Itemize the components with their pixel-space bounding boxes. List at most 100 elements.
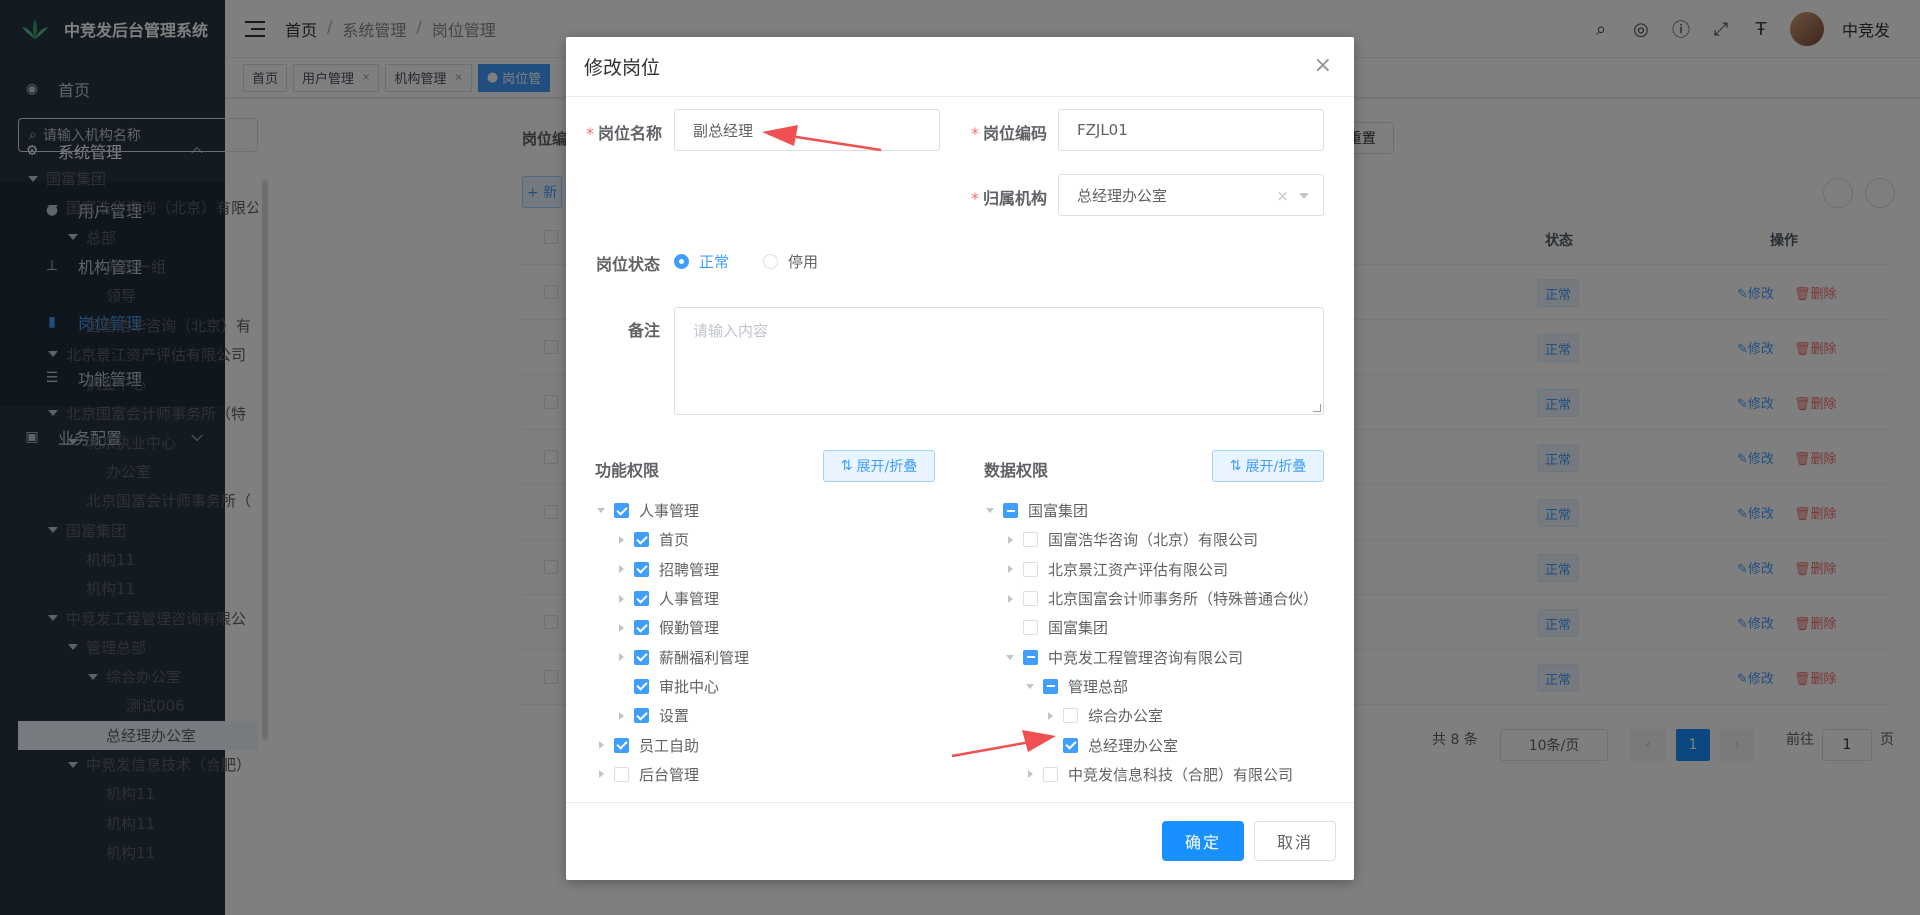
caret-right-icon[interactable] [1023, 767, 1037, 781]
tree-checkbox[interactable] [1023, 561, 1038, 577]
tree-checkbox[interactable] [614, 503, 629, 519]
tree-checkbox[interactable] [1023, 532, 1038, 548]
caret-right-icon[interactable] [614, 650, 628, 664]
tree-checkbox[interactable] [634, 591, 649, 607]
tree-node[interactable]: 北京国富会计师事务所（特殊普通合伙） [983, 584, 1318, 613]
tree-node[interactable]: 人事管理 [594, 584, 749, 613]
caret-right-icon[interactable] [1043, 709, 1057, 723]
post-name-label: * 岗位名称 [586, 124, 663, 143]
tree-node-label: 总经理办公室 [1088, 736, 1179, 755]
radio-disabled[interactable] [763, 254, 779, 269]
caret-placeholder [614, 679, 628, 693]
post-code-label: * 岗位编码 [971, 124, 1048, 143]
radio-disabled-label[interactable]: 停用 [788, 251, 818, 272]
data-perm-title: 数据权限 [984, 461, 1049, 480]
tree-checkbox[interactable] [1043, 678, 1058, 694]
sort-icon: ⇅ [1229, 458, 1242, 474]
remark-label: 备注 [628, 321, 661, 340]
tree-node-label: 北京景江资产评估有限公司 [1048, 560, 1229, 579]
tree-checkbox[interactable] [1043, 766, 1058, 782]
caret-right-icon[interactable] [614, 562, 628, 576]
tree-node[interactable]: 薪酬福利管理 [594, 642, 749, 671]
caret-right-icon[interactable] [1003, 533, 1017, 547]
tree-node[interactable]: 审批中心 [594, 672, 749, 701]
caret-right-icon[interactable] [614, 621, 628, 635]
tree-node-label: 国富浩华咨询（北京）有限公司 [1048, 531, 1259, 550]
caret-right-icon[interactable] [1003, 562, 1017, 576]
tree-node-label: 管理总部 [1068, 677, 1129, 696]
func-perm-title: 功能权限 [595, 461, 660, 480]
tree-checkbox[interactable] [1063, 708, 1078, 724]
dialog-title: 修改岗位 [584, 57, 661, 79]
tree-node[interactable]: 后台管理 [594, 760, 749, 789]
tree-node[interactable]: 北京景江资产评估有限公司 [983, 555, 1318, 584]
data-expand-button[interactable]: ⇅ 展开/折叠 [1212, 450, 1324, 482]
tree-node-label: 首页 [659, 531, 690, 550]
tree-checkbox[interactable] [1023, 620, 1038, 636]
tree-checkbox[interactable] [634, 561, 649, 577]
tree-node[interactable]: 首页 [594, 525, 749, 554]
resize-handle[interactable] [1313, 404, 1321, 412]
post-code-input[interactable]: FZJL01 [1058, 109, 1324, 151]
radio-normal-label[interactable]: 正常 [699, 251, 729, 272]
caret-right-icon[interactable] [594, 738, 608, 752]
tree-node[interactable]: 国富浩华咨询（北京）有限公司 [983, 525, 1318, 554]
tree-node-label: 中竞发工程管理咨询有限公司 [1048, 648, 1244, 667]
tree-node-label: 设置 [659, 707, 690, 726]
confirm-button[interactable]: 确定 [1162, 821, 1244, 861]
tree-checkbox[interactable] [1023, 591, 1038, 607]
caret-down-icon[interactable] [983, 504, 997, 518]
caret-right-icon[interactable] [614, 709, 628, 723]
cancel-button[interactable]: 取消 [1254, 821, 1336, 861]
status-radio-group: 正常 停用 [674, 251, 852, 272]
radio-normal[interactable] [674, 254, 689, 269]
tree-node-label: 假勤管理 [659, 619, 720, 638]
caret-right-icon[interactable] [594, 767, 608, 781]
tree-node[interactable]: 假勤管理 [594, 613, 749, 642]
caret-down-icon[interactable] [1023, 679, 1037, 693]
tree-node[interactable]: 中竞发工程管理咨询有限公司 [983, 642, 1318, 671]
tree-checkbox[interactable] [634, 532, 649, 548]
caret-down-icon[interactable] [1003, 650, 1017, 664]
tree-checkbox[interactable] [634, 708, 649, 724]
caret-down-icon[interactable] [594, 504, 608, 518]
tree-node-label: 国富集团 [1028, 502, 1089, 521]
tree-checkbox[interactable] [1063, 737, 1078, 753]
tree-node[interactable]: 员工自助 [594, 730, 749, 759]
close-icon[interactable]: × [1314, 55, 1332, 77]
caret-right-icon[interactable] [1003, 592, 1017, 606]
tree-checkbox[interactable] [634, 620, 649, 636]
tree-node-label: 中竞发信息科技（合肥）有限公司 [1068, 765, 1294, 784]
caret-placeholder [1003, 621, 1017, 635]
caret-right-icon[interactable] [614, 533, 628, 547]
tree-node-label: 北京国富会计师事务所（特殊普通合伙） [1048, 590, 1319, 609]
func-expand-button[interactable]: ⇅ 展开/折叠 [823, 450, 935, 482]
tree-checkbox[interactable] [1023, 649, 1038, 665]
tree-node[interactable]: 设置 [594, 701, 749, 730]
tree-checkbox[interactable] [634, 678, 649, 694]
tree-checkbox[interactable] [614, 737, 629, 753]
tree-checkbox[interactable] [614, 766, 629, 782]
tree-node[interactable]: 招聘管理 [594, 555, 749, 584]
remark-textarea[interactable]: 请输入内容 [674, 307, 1324, 415]
tree-node[interactable]: 综合办公室 [983, 701, 1318, 730]
clear-icon[interactable]: × [1276, 187, 1289, 205]
sort-icon: ⇅ [840, 458, 853, 474]
caret-right-icon[interactable] [614, 592, 628, 606]
org-select[interactable]: 总经理办公室 × [1058, 174, 1324, 216]
tree-node[interactable]: 管理总部 [983, 672, 1318, 701]
dialog-footer: 确定 取消 [566, 802, 1354, 880]
tree-node[interactable]: 国富集团 [983, 613, 1318, 642]
tree-node-label: 综合办公室 [1088, 707, 1164, 726]
tree-node-label: 国富集团 [1048, 619, 1109, 638]
tree-checkbox[interactable] [1003, 503, 1018, 519]
tree-node-label: 员工自助 [639, 736, 700, 755]
tree-node[interactable]: 国富集团 [983, 496, 1318, 525]
func-perm-tree: 人事管理 首页 招聘管理 人事管理 假勤管理 薪酬福利管理 审批中心 设置 员工自助 后台管理 [594, 496, 749, 789]
org-label: * 归属机构 [971, 189, 1048, 208]
tree-node-label: 人事管理 [659, 590, 720, 609]
tree-checkbox[interactable] [634, 649, 649, 665]
chevron-down-icon [1299, 193, 1309, 199]
tree-node[interactable]: 中竞发信息科技（合肥）有限公司 [983, 760, 1318, 789]
tree-node[interactable]: 人事管理 [594, 496, 749, 525]
